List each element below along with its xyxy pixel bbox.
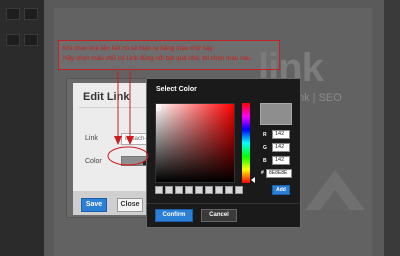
- saved-swatch[interactable]: [165, 186, 173, 194]
- background-tile: [24, 34, 38, 46]
- cancel-button[interactable]: Cancel: [201, 209, 237, 222]
- annotation-note: Khi chèn link liên kết nó sẽ hiện ra bản…: [58, 40, 280, 70]
- hue-slider[interactable]: [242, 103, 250, 183]
- saturation-marker[interactable]: [156, 106, 161, 111]
- background-watermark-icon: [305, 170, 365, 210]
- edit-link-title: Edit Link: [83, 91, 130, 103]
- saved-swatch[interactable]: [235, 186, 243, 194]
- b-label: B: [263, 158, 267, 164]
- b-input[interactable]: 142: [272, 156, 290, 165]
- select-color-title: Select Color: [156, 86, 197, 93]
- add-color-button[interactable]: Add: [272, 185, 290, 195]
- color-picker-button[interactable]: [121, 156, 149, 166]
- r-label: R: [263, 132, 267, 138]
- r-input[interactable]: 142: [272, 130, 290, 139]
- hash-label: #: [261, 170, 264, 176]
- saved-swatch[interactable]: [195, 186, 203, 194]
- close-button[interactable]: Close: [117, 198, 143, 212]
- color-preview: [260, 103, 292, 125]
- link-label: Link: [85, 135, 98, 142]
- saved-swatches: [155, 186, 243, 194]
- select-color-dialog: Select Color R 142 G 142 B 142 # 8E8E8E …: [146, 78, 301, 228]
- background-left-panel: [0, 0, 44, 256]
- annotation-line-1: Khi chèn link liên kết nó sẽ hiện ra bản…: [63, 45, 215, 52]
- save-button[interactable]: Save: [81, 198, 107, 212]
- hue-slider-handle[interactable]: [251, 177, 255, 183]
- saturation-value-picker[interactable]: [155, 103, 235, 183]
- background-tagline: nk | SEO: [298, 92, 342, 104]
- color-label: Color: [85, 158, 102, 165]
- background-tile: [24, 8, 38, 20]
- background-right-panel: [384, 0, 400, 256]
- background-tile: [6, 8, 20, 20]
- confirm-button[interactable]: Confirm: [155, 209, 193, 222]
- divider: [147, 203, 300, 204]
- saved-swatch[interactable]: [225, 186, 233, 194]
- saved-swatch[interactable]: [175, 186, 183, 194]
- g-label: G: [263, 145, 267, 151]
- saved-swatch[interactable]: [185, 186, 193, 194]
- saved-swatch[interactable]: [205, 186, 213, 194]
- annotation-line-2: Hãy chọn màu chữ có Link đúng nổi bật qu…: [63, 55, 251, 62]
- saved-swatch[interactable]: [155, 186, 163, 194]
- g-input[interactable]: 142: [272, 143, 290, 152]
- saved-swatch[interactable]: [215, 186, 223, 194]
- background-tile: [6, 34, 20, 46]
- hex-input[interactable]: 8E8E8E: [266, 169, 292, 178]
